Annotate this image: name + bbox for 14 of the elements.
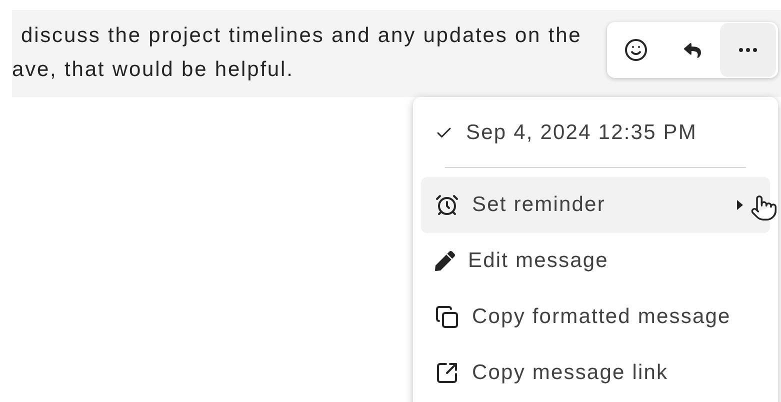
message-text: discuss the project timelines and any updates on the [21, 24, 582, 48]
menu-item-label: Copy message link [472, 360, 668, 386]
external-link-icon [435, 361, 459, 385]
menu-item-label: Copy formatted message [472, 304, 731, 330]
menu-item-label: Set reminder [472, 192, 606, 218]
menu-item-label: Edit message [468, 248, 608, 274]
copy-icon [435, 305, 459, 329]
alarm-clock-icon [435, 193, 459, 217]
pencil-icon [435, 251, 455, 271]
message-text: ave, that would be helpful. [12, 58, 294, 82]
reply-icon [684, 42, 700, 58]
timestamp-text: Sep 4, 2024 12:35 PM [466, 120, 697, 146]
more-icon [739, 48, 757, 52]
smiley-icon [624, 38, 648, 62]
